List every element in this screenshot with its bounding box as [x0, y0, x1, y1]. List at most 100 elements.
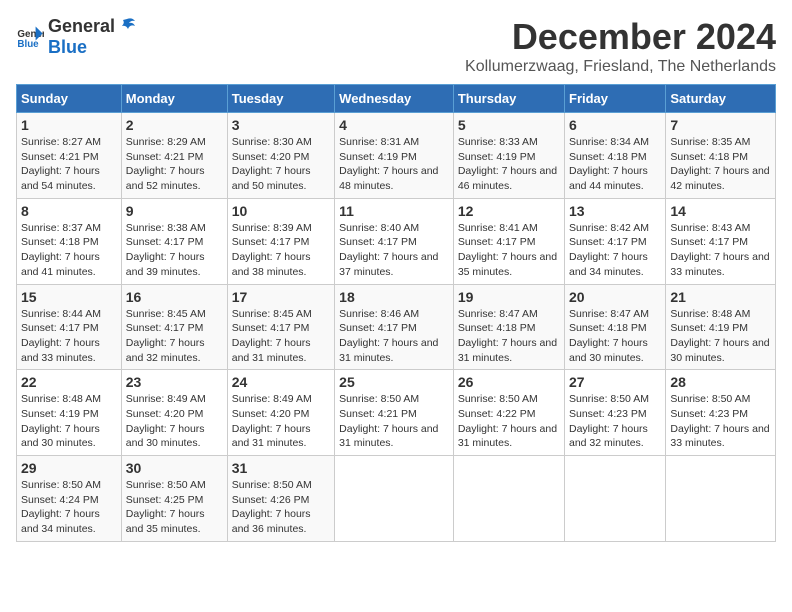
day-number: 10 [232, 203, 330, 219]
calendar-cell: 10 Sunrise: 8:39 AM Sunset: 4:17 PM Dayl… [227, 198, 334, 284]
calendar-cell: 22 Sunrise: 8:48 AM Sunset: 4:19 PM Dayl… [17, 370, 122, 456]
calendar-body: 1 Sunrise: 8:27 AM Sunset: 4:21 PM Dayli… [17, 113, 776, 542]
logo-blue-text: Blue [48, 37, 87, 57]
main-title: December 2024 [465, 16, 776, 58]
calendar-cell: 31 Sunrise: 8:50 AM Sunset: 4:26 PM Dayl… [227, 456, 334, 542]
day-number: 17 [232, 289, 330, 305]
day-number: 3 [232, 117, 330, 133]
calendar-week-row: 8 Sunrise: 8:37 AM Sunset: 4:18 PM Dayli… [17, 198, 776, 284]
day-number: 24 [232, 374, 330, 390]
day-info: Sunrise: 8:49 AM Sunset: 4:20 PM Dayligh… [126, 392, 223, 451]
calendar-cell: 15 Sunrise: 8:44 AM Sunset: 4:17 PM Dayl… [17, 284, 122, 370]
title-area: December 2024 Kollumerzwaag, Friesland, … [465, 16, 776, 76]
calendar-cell [666, 456, 776, 542]
day-number: 31 [232, 460, 330, 476]
day-info: Sunrise: 8:47 AM Sunset: 4:18 PM Dayligh… [458, 307, 560, 366]
calendar-cell: 13 Sunrise: 8:42 AM Sunset: 4:17 PM Dayl… [565, 198, 666, 284]
day-info: Sunrise: 8:29 AM Sunset: 4:21 PM Dayligh… [126, 135, 223, 194]
day-info: Sunrise: 8:42 AM Sunset: 4:17 PM Dayligh… [569, 221, 661, 280]
calendar-header-row: SundayMondayTuesdayWednesdayThursdayFrid… [17, 85, 776, 113]
day-info: Sunrise: 8:47 AM Sunset: 4:18 PM Dayligh… [569, 307, 661, 366]
day-of-week-header: Thursday [453, 85, 564, 113]
calendar-cell [565, 456, 666, 542]
calendar-cell: 27 Sunrise: 8:50 AM Sunset: 4:23 PM Dayl… [565, 370, 666, 456]
calendar-cell: 11 Sunrise: 8:40 AM Sunset: 4:17 PM Dayl… [335, 198, 454, 284]
day-number: 7 [670, 117, 771, 133]
calendar-cell: 14 Sunrise: 8:43 AM Sunset: 4:17 PM Dayl… [666, 198, 776, 284]
day-number: 27 [569, 374, 661, 390]
calendar-cell: 5 Sunrise: 8:33 AM Sunset: 4:19 PM Dayli… [453, 113, 564, 199]
day-info: Sunrise: 8:50 AM Sunset: 4:23 PM Dayligh… [569, 392, 661, 451]
logo: General Blue General Blue [16, 16, 137, 58]
day-info: Sunrise: 8:49 AM Sunset: 4:20 PM Dayligh… [232, 392, 330, 451]
calendar-cell: 3 Sunrise: 8:30 AM Sunset: 4:20 PM Dayli… [227, 113, 334, 199]
calendar-cell: 16 Sunrise: 8:45 AM Sunset: 4:17 PM Dayl… [121, 284, 227, 370]
day-info: Sunrise: 8:33 AM Sunset: 4:19 PM Dayligh… [458, 135, 560, 194]
day-info: Sunrise: 8:30 AM Sunset: 4:20 PM Dayligh… [232, 135, 330, 194]
calendar-cell: 18 Sunrise: 8:46 AM Sunset: 4:17 PM Dayl… [335, 284, 454, 370]
day-info: Sunrise: 8:34 AM Sunset: 4:18 PM Dayligh… [569, 135, 661, 194]
calendar-cell: 1 Sunrise: 8:27 AM Sunset: 4:21 PM Dayli… [17, 113, 122, 199]
day-number: 15 [21, 289, 117, 305]
calendar-week-row: 22 Sunrise: 8:48 AM Sunset: 4:19 PM Dayl… [17, 370, 776, 456]
day-info: Sunrise: 8:50 AM Sunset: 4:23 PM Dayligh… [670, 392, 771, 451]
day-number: 30 [126, 460, 223, 476]
day-number: 28 [670, 374, 771, 390]
day-info: Sunrise: 8:46 AM Sunset: 4:17 PM Dayligh… [339, 307, 449, 366]
calendar-cell [453, 456, 564, 542]
day-number: 12 [458, 203, 560, 219]
day-number: 23 [126, 374, 223, 390]
logo-general-text: General [48, 16, 115, 37]
day-number: 26 [458, 374, 560, 390]
day-of-week-header: Sunday [17, 85, 122, 113]
day-info: Sunrise: 8:50 AM Sunset: 4:25 PM Dayligh… [126, 478, 223, 537]
calendar-cell [335, 456, 454, 542]
day-number: 9 [126, 203, 223, 219]
day-number: 11 [339, 203, 449, 219]
day-info: Sunrise: 8:48 AM Sunset: 4:19 PM Dayligh… [21, 392, 117, 451]
day-info: Sunrise: 8:40 AM Sunset: 4:17 PM Dayligh… [339, 221, 449, 280]
day-of-week-header: Friday [565, 85, 666, 113]
calendar-cell: 26 Sunrise: 8:50 AM Sunset: 4:22 PM Dayl… [453, 370, 564, 456]
calendar-cell: 6 Sunrise: 8:34 AM Sunset: 4:18 PM Dayli… [565, 113, 666, 199]
calendar-week-row: 29 Sunrise: 8:50 AM Sunset: 4:24 PM Dayl… [17, 456, 776, 542]
logo-bird-icon [117, 17, 137, 37]
day-of-week-header: Wednesday [335, 85, 454, 113]
calendar-cell: 24 Sunrise: 8:49 AM Sunset: 4:20 PM Dayl… [227, 370, 334, 456]
day-info: Sunrise: 8:50 AM Sunset: 4:22 PM Dayligh… [458, 392, 560, 451]
day-of-week-header: Tuesday [227, 85, 334, 113]
calendar-week-row: 15 Sunrise: 8:44 AM Sunset: 4:17 PM Dayl… [17, 284, 776, 370]
calendar-cell: 28 Sunrise: 8:50 AM Sunset: 4:23 PM Dayl… [666, 370, 776, 456]
day-info: Sunrise: 8:43 AM Sunset: 4:17 PM Dayligh… [670, 221, 771, 280]
calendar-cell: 29 Sunrise: 8:50 AM Sunset: 4:24 PM Dayl… [17, 456, 122, 542]
day-of-week-header: Monday [121, 85, 227, 113]
day-number: 22 [21, 374, 117, 390]
day-info: Sunrise: 8:45 AM Sunset: 4:17 PM Dayligh… [232, 307, 330, 366]
calendar-cell: 25 Sunrise: 8:50 AM Sunset: 4:21 PM Dayl… [335, 370, 454, 456]
day-number: 6 [569, 117, 661, 133]
day-info: Sunrise: 8:44 AM Sunset: 4:17 PM Dayligh… [21, 307, 117, 366]
calendar-table: SundayMondayTuesdayWednesdayThursdayFrid… [16, 84, 776, 542]
day-of-week-header: Saturday [666, 85, 776, 113]
day-number: 13 [569, 203, 661, 219]
sub-title: Kollumerzwaag, Friesland, The Netherland… [465, 58, 776, 76]
calendar-cell: 21 Sunrise: 8:48 AM Sunset: 4:19 PM Dayl… [666, 284, 776, 370]
calendar-cell: 20 Sunrise: 8:47 AM Sunset: 4:18 PM Dayl… [565, 284, 666, 370]
day-info: Sunrise: 8:41 AM Sunset: 4:17 PM Dayligh… [458, 221, 560, 280]
day-info: Sunrise: 8:35 AM Sunset: 4:18 PM Dayligh… [670, 135, 771, 194]
calendar-cell: 19 Sunrise: 8:47 AM Sunset: 4:18 PM Dayl… [453, 284, 564, 370]
calendar-cell: 7 Sunrise: 8:35 AM Sunset: 4:18 PM Dayli… [666, 113, 776, 199]
logo-icon: General Blue [16, 23, 44, 51]
day-number: 25 [339, 374, 449, 390]
day-info: Sunrise: 8:50 AM Sunset: 4:21 PM Dayligh… [339, 392, 449, 451]
day-info: Sunrise: 8:39 AM Sunset: 4:17 PM Dayligh… [232, 221, 330, 280]
calendar-cell: 30 Sunrise: 8:50 AM Sunset: 4:25 PM Dayl… [121, 456, 227, 542]
calendar-cell: 23 Sunrise: 8:49 AM Sunset: 4:20 PM Dayl… [121, 370, 227, 456]
day-number: 19 [458, 289, 560, 305]
day-number: 8 [21, 203, 117, 219]
day-number: 16 [126, 289, 223, 305]
day-number: 1 [21, 117, 117, 133]
day-info: Sunrise: 8:50 AM Sunset: 4:26 PM Dayligh… [232, 478, 330, 537]
day-info: Sunrise: 8:31 AM Sunset: 4:19 PM Dayligh… [339, 135, 449, 194]
calendar-cell: 9 Sunrise: 8:38 AM Sunset: 4:17 PM Dayli… [121, 198, 227, 284]
